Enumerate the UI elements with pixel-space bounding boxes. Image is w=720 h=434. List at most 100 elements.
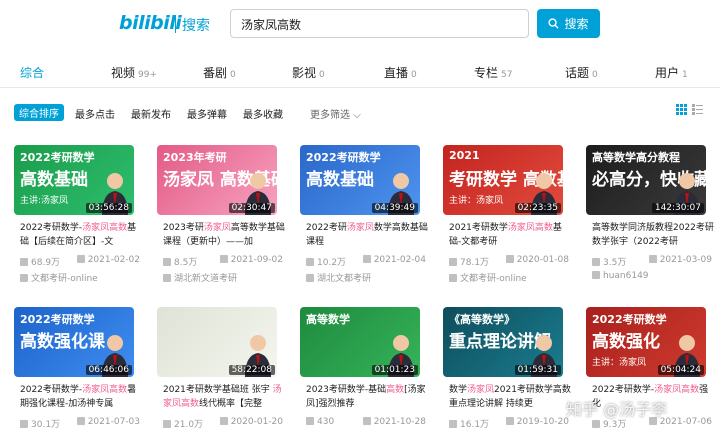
video-stats: 68.9万 2021-02-02 [20, 255, 140, 268]
video-stats: 430 2021-10-28 [306, 417, 426, 427]
video-thumbnail[interactable]: 高等数学高分教程 必高分，快收藏 142:30:07 [586, 145, 706, 215]
uploader-icon [592, 271, 600, 279]
thumbnail-headline: 高数基础 [306, 170, 374, 190]
video-title[interactable]: 2021考研数学汤家凤高数基础-文都考研 [449, 221, 571, 249]
video-duration: 06:46:06 [85, 365, 132, 375]
uploader-icon [306, 274, 314, 282]
play-count-icon [306, 417, 314, 425]
calendar-icon [76, 255, 85, 263]
play-count-icon [163, 420, 171, 428]
thumbnail-text: 2022考研数学 [20, 313, 95, 326]
video-stats: 78.1万 2020-01-08 [449, 255, 569, 268]
uploader-icon [20, 274, 28, 282]
view-count: 16.1万 [449, 417, 489, 430]
upload-date: 2019-10-20 [505, 417, 569, 430]
thumbnail-text: 高等数学 [306, 313, 350, 326]
video-stats: 10.2万 2021-02-04 [306, 255, 426, 268]
calendar-icon [76, 417, 85, 425]
thumbnail-subtext: 主讲:汤家凤 [20, 196, 69, 206]
video-duration: 58:22:08 [228, 365, 275, 375]
view-count: 3.5万 [592, 255, 626, 268]
upload-date: 2020-01-08 [505, 255, 569, 268]
thumbnail-text: 2021 [449, 149, 480, 162]
video-title[interactable]: 2022考研数学-汤家凤高数暑期强化课程-加汤神专属 [20, 383, 142, 411]
upload-date: 2021-07-03 [76, 417, 140, 430]
video-stats: 8.5万 2021-09-02 [163, 255, 283, 268]
video-thumbnail[interactable]: 2023年考研 汤家凤 高数基础 02:30:47 [157, 145, 277, 215]
play-count-icon [163, 258, 171, 266]
upload-date: 2021-03-09 [648, 255, 712, 268]
view-count: 8.5万 [163, 255, 197, 268]
video-thumbnail[interactable]: 2022考研数学 高数基础 04:39:49 [300, 145, 420, 215]
video-title[interactable]: 高等数学同济版教程2022考研数学张宇（2022考研 [592, 221, 714, 249]
video-thumbnail[interactable]: 2022考研数学 高数强化课 06:46:06 [14, 307, 134, 377]
video-thumbnail[interactable]: 2022考研数学 高数强化 主讲：汤家凤 05:04:24 [586, 307, 706, 377]
video-duration: 04:39:49 [371, 203, 418, 213]
upload-date: 2021-02-02 [76, 255, 140, 268]
view-count: 21.0万 [163, 417, 203, 430]
uploader-icon [449, 274, 457, 282]
video-duration: 01:59:31 [514, 365, 561, 375]
upload-date: 2021-02-04 [362, 255, 426, 268]
video-stats: 30.1万 2021-07-03 [20, 417, 140, 430]
thumbnail-text: 《高等数学》 [449, 313, 515, 326]
video-thumbnail[interactable]: 《高等数学》 重点理论讲解 01:59:31 [443, 307, 563, 377]
uploader-link[interactable]: 文都考研-online [449, 271, 527, 284]
thumbnail-text: 2023年考研 [163, 151, 227, 164]
uploader-icon [163, 274, 171, 282]
thumbnail-text: 2022考研数学 [20, 151, 95, 164]
thumbnail-headline: 高数强化课 [20, 332, 105, 352]
video-title[interactable]: 2023考研数学-基础高数[汤家凤]强烈推荐 [306, 383, 428, 411]
view-count: 78.1万 [449, 255, 489, 268]
video-title[interactable]: 2021考研数学基础班 张宇 汤家凤高数线代概率【完整 [163, 383, 285, 411]
video-title[interactable]: 2022考研汤家凤数学高数基础课程 [306, 221, 428, 249]
thumbnail-text: 2022考研数学 [306, 151, 381, 164]
play-count-icon [20, 258, 28, 266]
video-thumbnail[interactable]: 2022考研数学 高数基础 主讲:汤家凤 03:56:28 [14, 145, 134, 215]
watermark: 知乎 @汤子李 [566, 400, 668, 419]
play-count-icon [449, 420, 457, 428]
video-title[interactable]: 数学汤家凤2021考研数学高数重点理论讲解 持续更 [449, 383, 571, 411]
thumbnail-subtext: 主讲：汤家凤 [592, 358, 647, 368]
uploader-link[interactable]: huan6149 [592, 271, 649, 281]
video-stats: 21.0万 2020-01-20 [163, 417, 283, 430]
view-count: 430 [306, 417, 334, 427]
video-grid: 2022考研数学 高数基础 主讲:汤家凤 03:56:28 2022考研数学-汤… [0, 0, 720, 434]
uploader-link[interactable]: 湖北文都考研 [306, 271, 371, 284]
video-thumbnail[interactable]: 58:22:08 [157, 307, 277, 377]
video-title[interactable]: 2022考研数学-汤家凤高数基础【后续在简介区】-文 [20, 221, 142, 249]
uploader-link[interactable]: 湖北新文道考研 [163, 271, 237, 284]
video-stats: 16.1万 2019-10-20 [449, 417, 569, 430]
play-count-icon [592, 258, 600, 266]
video-duration: 02:23:35 [514, 203, 561, 213]
play-count-icon [306, 258, 314, 266]
calendar-icon [505, 417, 514, 425]
video-duration: 142:30:07 [651, 203, 704, 213]
view-count: 10.2万 [306, 255, 346, 268]
video-duration: 02:30:47 [228, 203, 275, 213]
video-thumbnail[interactable]: 高等数学 01:01:23 [300, 307, 420, 377]
thumbnail-text: 高等数学高分教程 [592, 151, 680, 164]
calendar-icon [505, 255, 514, 263]
play-count-icon [20, 420, 28, 428]
calendar-icon [362, 255, 371, 263]
view-count: 68.9万 [20, 255, 60, 268]
upload-date: 2021-09-02 [219, 255, 283, 268]
calendar-icon [648, 255, 657, 263]
thumbnail-subtext: 主讲：汤家凤 [449, 196, 504, 206]
thumbnail-headline: 高数强化 [592, 332, 660, 352]
video-thumbnail[interactable]: 2021 考研数学 高数基础 主讲：汤家凤 02:23:35 [443, 145, 563, 215]
video-duration: 03:56:28 [85, 203, 132, 213]
upload-date: 2020-01-20 [219, 417, 283, 430]
video-title[interactable]: 2023考研汤家凤高等数学基础课程（更新中）——加 [163, 221, 285, 249]
thumbnail-text: 2022考研数学 [592, 313, 667, 326]
thumbnail-headline: 高数基础 [20, 170, 88, 190]
video-duration: 05:04:24 [657, 365, 704, 375]
calendar-icon [362, 417, 371, 425]
calendar-icon [219, 417, 228, 425]
calendar-icon [219, 255, 228, 263]
upload-date: 2021-10-28 [362, 417, 426, 427]
view-count: 30.1万 [20, 417, 60, 430]
uploader-link[interactable]: 文都考研-online [20, 271, 98, 284]
video-stats: 3.5万 2021-03-09 [592, 255, 712, 268]
